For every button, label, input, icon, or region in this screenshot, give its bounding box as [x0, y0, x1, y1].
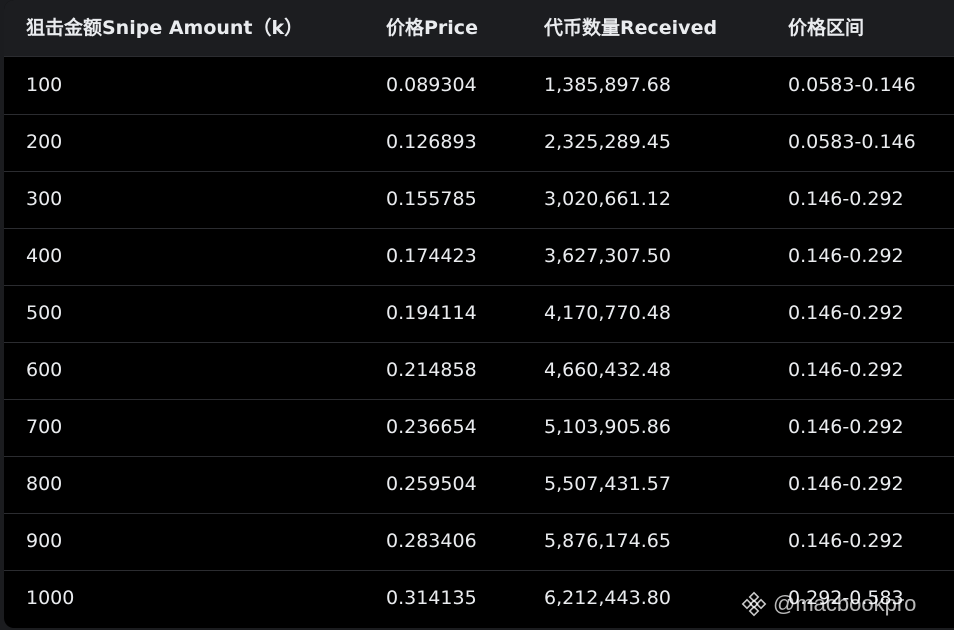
table-row: 600 0.214858 4,660,432.48 0.146-0.292	[4, 342, 954, 400]
cell-received: 3,627,307.50	[544, 245, 671, 267]
cell-price-range: 0.0583-0.146	[788, 131, 916, 153]
cell-received: 6,212,443.80	[544, 587, 671, 609]
cell-price: 0.155785	[386, 188, 477, 210]
cell-price: 0.236654	[386, 416, 477, 438]
table-row: 200 0.126893 2,325,289.45 0.0583-0.146	[4, 114, 954, 172]
cell-received: 4,660,432.48	[544, 359, 671, 381]
cell-price-range: 0.146-0.292	[788, 188, 904, 210]
cell-price: 0.174423	[386, 245, 477, 267]
table-row: 500 0.194114 4,170,770.48 0.146-0.292	[4, 285, 954, 343]
table-row: 300 0.155785 3,020,661.12 0.146-0.292	[4, 171, 954, 229]
header-received: 代币数量Received	[544, 17, 718, 39]
cell-snipe-amount: 700	[26, 416, 63, 438]
table-row: 900 0.283406 5,876,174.65 0.146-0.292	[4, 513, 954, 571]
cell-received: 2,325,289.45	[544, 131, 671, 153]
cell-price-range: 0.146-0.292	[788, 473, 904, 495]
cell-received: 5,876,174.65	[544, 530, 671, 552]
cell-price-range: 0.146-0.292	[788, 530, 904, 552]
cell-snipe-amount: 100	[26, 74, 63, 96]
data-table: 狙击金额Snipe Amount（k） 价格Price 代币数量Received…	[4, 0, 954, 628]
cell-price: 0.283406	[386, 530, 477, 552]
table-row: 1000 0.314135 6,212,443.80 0.292-0.583	[4, 570, 954, 627]
cell-price-range: 0.292-0.583	[788, 587, 904, 609]
cell-received: 1,385,897.68	[544, 74, 671, 96]
table-row: 100 0.089304 1,385,897.68 0.0583-0.146	[4, 57, 954, 115]
cell-price-range: 0.146-0.292	[788, 416, 904, 438]
cell-price: 0.214858	[386, 359, 477, 381]
cell-price: 0.314135	[386, 587, 477, 609]
cell-snipe-amount: 1000	[26, 587, 75, 609]
cell-price-range: 0.0583-0.146	[788, 74, 916, 96]
table-row: 700 0.236654 5,103,905.86 0.146-0.292	[4, 399, 954, 457]
table-row: 400 0.174423 3,627,307.50 0.146-0.292	[4, 228, 954, 286]
cell-price: 0.194114	[386, 302, 477, 324]
cell-snipe-amount: 400	[26, 245, 63, 267]
cell-received: 3,020,661.12	[544, 188, 671, 210]
cell-price-range: 0.146-0.292	[788, 359, 904, 381]
header-price-range: 价格区间	[788, 17, 865, 39]
cell-received: 4,170,770.48	[544, 302, 671, 324]
cell-received: 5,507,431.57	[544, 473, 671, 495]
header-price: 价格Price	[386, 17, 478, 39]
cell-snipe-amount: 300	[26, 188, 63, 210]
cell-price-range: 0.146-0.292	[788, 302, 904, 324]
cell-price-range: 0.146-0.292	[788, 245, 904, 267]
cell-price: 0.126893	[386, 131, 477, 153]
cell-snipe-amount: 500	[26, 302, 63, 324]
cell-snipe-amount: 600	[26, 359, 63, 381]
cell-snipe-amount: 200	[26, 131, 63, 153]
header-snipe-amount: 狙击金额Snipe Amount（k）	[26, 17, 304, 39]
cell-received: 5,103,905.86	[544, 416, 671, 438]
cell-snipe-amount: 900	[26, 530, 63, 552]
table-row: 800 0.259504 5,507,431.57 0.146-0.292	[4, 456, 954, 514]
cell-price: 0.259504	[386, 473, 477, 495]
table-header: 狙击金额Snipe Amount（k） 价格Price 代币数量Received…	[4, 0, 954, 57]
cell-price: 0.089304	[386, 74, 477, 96]
cell-snipe-amount: 800	[26, 473, 63, 495]
